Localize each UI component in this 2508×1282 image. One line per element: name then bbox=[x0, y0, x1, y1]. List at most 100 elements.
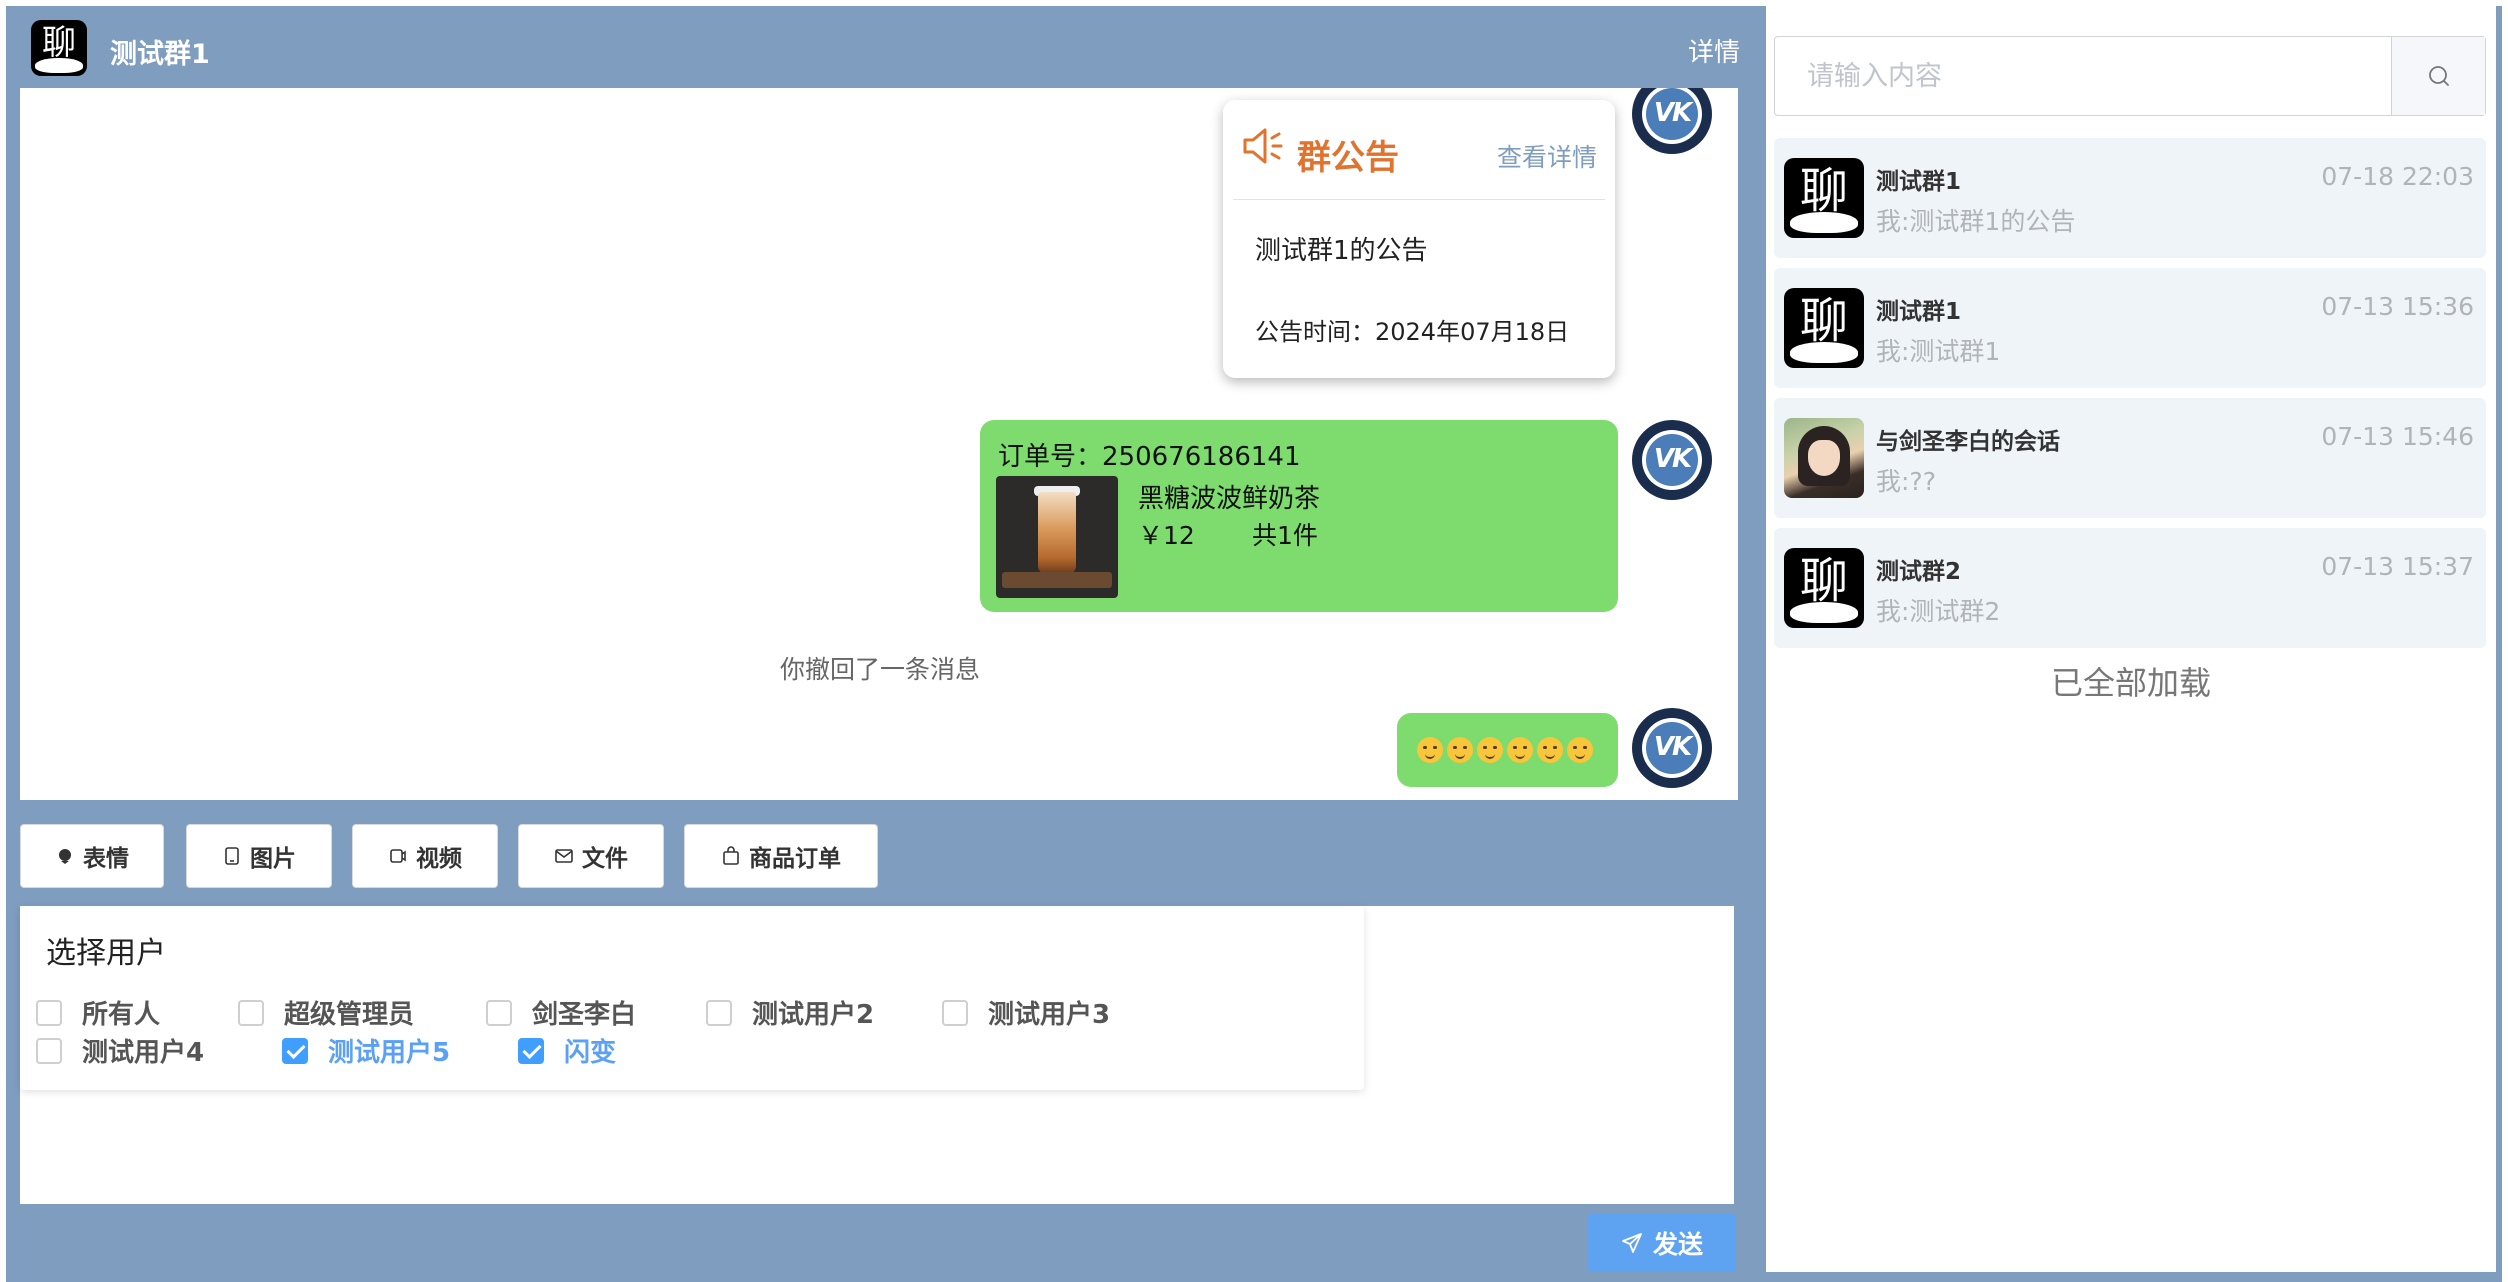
file-button[interactable]: 文件 bbox=[518, 824, 664, 888]
checkbox[interactable] bbox=[942, 999, 968, 1026]
avatar-text: VK bbox=[1653, 444, 1692, 474]
image-button[interactable]: 图片 bbox=[186, 824, 332, 888]
product-count: 共1件 bbox=[1252, 521, 1318, 550]
emoji-icon bbox=[1507, 737, 1533, 763]
conversation-panel: 聊 测试群1 07-18 22:03 我:测试群1的公告 聊 测试群1 07-1… bbox=[1766, 6, 2496, 1272]
checkbox[interactable] bbox=[238, 999, 264, 1026]
checkbox[interactable] bbox=[36, 1037, 62, 1064]
emoji-icon bbox=[59, 849, 71, 864]
send-button[interactable]: 发送 bbox=[1588, 1214, 1736, 1272]
user-avatar bbox=[1784, 418, 1864, 498]
conversation-preview: 我:测试群1 bbox=[1876, 337, 2001, 366]
shopping-bag-icon bbox=[723, 846, 739, 865]
conversation-name: 测试群2 bbox=[1876, 559, 1962, 585]
video-button[interactable]: 视频 bbox=[352, 824, 498, 888]
user-option-label: 测试用户3 bbox=[988, 1000, 1111, 1030]
search-button[interactable] bbox=[2391, 37, 2485, 115]
product-price: ￥12 bbox=[1138, 521, 1195, 550]
conversation-name: 与剑圣李白的会话 bbox=[1876, 429, 2060, 455]
notice-time: 公告时间：2024年07月18日 bbox=[1255, 312, 1569, 347]
emoji-icon bbox=[1417, 737, 1443, 763]
notice-view-details-link[interactable]: 查看详情 bbox=[1497, 138, 1597, 174]
search-box bbox=[1774, 36, 2486, 116]
checkbox-checked[interactable] bbox=[282, 1037, 308, 1064]
avatar-text: VK bbox=[1653, 98, 1692, 128]
checkbox[interactable] bbox=[36, 999, 62, 1026]
mail-icon bbox=[555, 849, 573, 863]
logo-cloud bbox=[1790, 212, 1858, 234]
group-logo-icon: 聊 bbox=[1784, 548, 1864, 628]
file-button-label: 文件 bbox=[582, 846, 628, 872]
group-logo-icon: 聊 bbox=[1784, 158, 1864, 238]
logo-glyph: 聊 bbox=[1799, 162, 1848, 219]
conversation-time: 07-13 15:37 bbox=[2321, 552, 2474, 581]
emoji-icon bbox=[1567, 737, 1593, 763]
checkbox-checked[interactable] bbox=[518, 1037, 544, 1064]
user-option-label: 所有人 bbox=[82, 1000, 161, 1030]
order-number: 订单号：250676186141 bbox=[998, 436, 1301, 473]
speaker-icon bbox=[1243, 128, 1283, 164]
conversation-preview: 我:测试群2 bbox=[1876, 597, 2001, 626]
emoji-button[interactable]: 表情 bbox=[20, 824, 164, 888]
image-icon bbox=[225, 847, 239, 865]
conversation-time: 07-13 15:46 bbox=[2321, 422, 2474, 451]
order-button[interactable]: 商品订单 bbox=[684, 824, 878, 888]
conversation-sidebar: 聊 测试群1 07-18 22:03 我:测试群1的公告 聊 测试群1 07-1… bbox=[1754, 6, 2502, 1282]
avatar-face bbox=[1808, 440, 1840, 476]
logo-cloud bbox=[35, 58, 83, 73]
logo-glyph: 聊 bbox=[1799, 552, 1848, 609]
group-logo-icon: 聊 bbox=[31, 20, 87, 76]
avatar[interactable]: VK bbox=[1632, 708, 1712, 788]
image-button-label: 图片 bbox=[250, 846, 296, 872]
cup bbox=[1038, 492, 1076, 574]
avatar-text: VK bbox=[1653, 732, 1692, 762]
user-option-super-admin[interactable]: 超级管理员 bbox=[238, 994, 414, 1031]
checkbox[interactable] bbox=[706, 999, 732, 1026]
avatar[interactable]: VK bbox=[1632, 88, 1712, 154]
emoji-row bbox=[1417, 737, 1593, 763]
mention-user-panel: 选择用户 所有人 超级管理员 剑圣李白 测试用户2 测试用户3 测试用户4 测试… bbox=[20, 906, 1364, 1090]
checkbox[interactable] bbox=[486, 999, 512, 1026]
message-list[interactable]: 群公告 查看详情 测试群1的公告 公告时间：2024年07月18日 VK 订单号… bbox=[20, 88, 1738, 800]
video-button-label: 视频 bbox=[416, 846, 462, 872]
user-option-label: 测试用户2 bbox=[752, 1000, 875, 1030]
group-notice-card[interactable]: 群公告 查看详情 测试群1的公告 公告时间：2024年07月18日 bbox=[1223, 100, 1615, 378]
conversation-preview: 我:?? bbox=[1876, 467, 1936, 496]
notice-content: 测试群1的公告 bbox=[1255, 236, 1428, 266]
message-input[interactable]: 选择用户 所有人 超级管理员 剑圣李白 测试用户2 测试用户3 测试用户4 测试… bbox=[20, 906, 1734, 1204]
conversation-item[interactable]: 聊 测试群1 07-13 15:36 我:测试群1 bbox=[1774, 268, 2486, 388]
order-button-label: 商品订单 bbox=[749, 846, 841, 872]
emoji-icon bbox=[1537, 737, 1563, 763]
emoji-icon bbox=[1477, 737, 1503, 763]
user-option-shanbian[interactable]: 闪变 bbox=[518, 1032, 616, 1069]
user-option-test-user-2[interactable]: 测试用户2 bbox=[706, 994, 874, 1031]
send-button-label: 发送 bbox=[1652, 1230, 1703, 1259]
detail-link[interactable]: 详情 bbox=[1688, 32, 1740, 69]
chat-header: 聊 测试群1 详情 bbox=[6, 6, 1754, 88]
user-option-label: 剑圣李白 bbox=[532, 1000, 637, 1030]
video-icon bbox=[390, 849, 406, 863]
order-message-bubble[interactable]: 订单号：250676186141 黑糖波波鲜奶茶 ￥12 共1件 bbox=[980, 420, 1618, 612]
conversation-item[interactable]: 聊 测试群2 07-13 15:37 我:测试群2 bbox=[1774, 528, 2486, 648]
user-option-libai[interactable]: 剑圣李白 bbox=[486, 994, 636, 1031]
conversation-name: 测试群1 bbox=[1876, 299, 1962, 325]
user-option-all[interactable]: 所有人 bbox=[36, 994, 160, 1031]
user-option-label: 测试用户5 bbox=[328, 1038, 451, 1068]
logo-cloud bbox=[1790, 602, 1858, 624]
conversation-item[interactable]: 聊 测试群1 07-18 22:03 我:测试群1的公告 bbox=[1774, 138, 2486, 258]
recall-text: 你撤回了一条消息 bbox=[780, 655, 981, 684]
chat-pane: 聊 测试群1 详情 群公告 查看详情 测试群1的公告 公告时间：2024年07月… bbox=[6, 6, 1754, 1282]
avatar[interactable]: VK bbox=[1632, 420, 1712, 500]
user-option-test-user-5[interactable]: 测试用户5 bbox=[282, 1032, 450, 1069]
user-option-test-user-4[interactable]: 测试用户4 bbox=[36, 1032, 204, 1069]
user-option-label: 超级管理员 bbox=[284, 1000, 415, 1030]
user-option-label: 测试用户4 bbox=[82, 1038, 205, 1068]
order-number-label: 订单号： bbox=[998, 442, 1103, 472]
conversation-name: 测试群1 bbox=[1876, 169, 1962, 195]
search-icon bbox=[2428, 66, 2449, 86]
user-option-test-user-3[interactable]: 测试用户3 bbox=[942, 994, 1110, 1031]
emoji-message-bubble[interactable] bbox=[1397, 713, 1618, 787]
search-input[interactable] bbox=[1775, 37, 2387, 115]
conversation-item[interactable]: 与剑圣李白的会话 07-13 15:46 我:?? bbox=[1774, 398, 2486, 518]
group-logo-icon: 聊 bbox=[1784, 288, 1864, 368]
